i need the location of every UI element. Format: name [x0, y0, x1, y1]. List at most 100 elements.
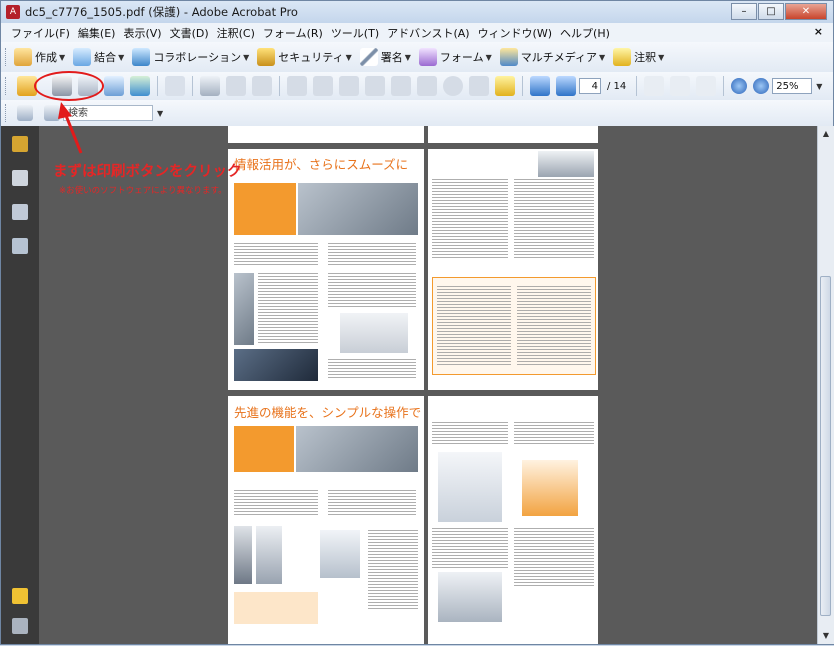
- menu-comments[interactable]: 注釈(C): [213, 25, 259, 41]
- minimize-button[interactable]: –: [731, 3, 757, 20]
- menu-tools[interactable]: ツール(T): [327, 25, 383, 41]
- tasks-toolbar: 作成 ▼ 結合 ▼ コラボレーション ▼ セキュリティ ▼ 署名 ▼ フォーム ▼ マルチメ…: [1, 42, 833, 73]
- save-copy-icon[interactable]: [17, 105, 33, 121]
- bookmarks-panel-icon[interactable]: [12, 204, 28, 220]
- stamp-icon[interactable]: [226, 76, 246, 96]
- callout-icon[interactable]: [252, 76, 272, 96]
- body-text: [328, 243, 416, 265]
- line-tool-icon[interactable]: [391, 76, 411, 96]
- pen-icon: [359, 48, 378, 66]
- next-page-icon[interactable]: [556, 76, 576, 96]
- oval-tool-icon[interactable]: [443, 76, 463, 96]
- search-input[interactable]: 検索: [63, 105, 153, 121]
- body-text: [234, 490, 318, 516]
- menu-bar: ファイル(F) 編集(E) 表示(V) 文書(D) 注釈(C) フォーム(R) …: [1, 23, 833, 42]
- close-button[interactable]: ✕: [785, 3, 827, 20]
- insert-page-icon[interactable]: [200, 76, 220, 96]
- create-pdf-icon: [14, 48, 32, 66]
- toolbar-grip[interactable]: [5, 48, 9, 66]
- find-toolbar: 検索 ▼: [1, 100, 833, 127]
- select-tool-icon[interactable]: [644, 76, 665, 96]
- previous-page-icon[interactable]: [530, 76, 550, 96]
- combine-button[interactable]: 結合 ▼: [73, 48, 124, 66]
- page-number-input[interactable]: 4: [579, 78, 601, 94]
- signatures-panel-icon[interactable]: [12, 238, 28, 254]
- toolbar-grip[interactable]: [5, 104, 9, 122]
- acrobat-window: A dc5_c7776_1505.pdf (保護) - Adobe Acroba…: [0, 0, 834, 645]
- lock-icon: [257, 48, 276, 66]
- collaborate-label: コラボレーション: [153, 51, 242, 64]
- find-icon[interactable]: [44, 105, 60, 121]
- menu-view[interactable]: 表示(V): [119, 25, 165, 41]
- body-text: [432, 179, 508, 259]
- print-button-highlight-circle: [34, 71, 104, 101]
- diagram-photo: [340, 313, 408, 353]
- menu-document[interactable]: 文書(D): [166, 25, 213, 41]
- page-total: / 14: [607, 80, 627, 92]
- menu-forms[interactable]: フォーム(R): [259, 25, 327, 41]
- security-button[interactable]: セキュリティ ▼: [257, 48, 352, 66]
- document-close-icon[interactable]: ×: [814, 25, 823, 38]
- orange-callout: [234, 183, 296, 235]
- pages-panel-icon[interactable]: [12, 170, 28, 186]
- create-label: 作成: [35, 51, 57, 64]
- forms-button[interactable]: フォーム ▼: [418, 48, 492, 66]
- maximize-button[interactable]: □: [758, 3, 784, 20]
- collaborate-button[interactable]: コラボレーション ▼: [132, 48, 249, 66]
- arrow-tool-icon[interactable]: [365, 76, 385, 96]
- body-text: [328, 359, 416, 379]
- multimedia-button[interactable]: マルチメディア ▼: [499, 48, 605, 66]
- marquee-zoom-icon[interactable]: [696, 76, 717, 96]
- zoom-in-icon[interactable]: [753, 78, 770, 94]
- body-text: [514, 422, 594, 446]
- rectangle-tool-icon[interactable]: [417, 76, 437, 96]
- hand-tool-icon[interactable]: [670, 76, 691, 96]
- pencil-tool-icon[interactable]: [469, 76, 489, 96]
- zoom-dropdown-icon[interactable]: ▼: [816, 82, 822, 91]
- sign-label: 署名: [380, 51, 403, 64]
- web-icon[interactable]: [130, 76, 150, 96]
- create-button[interactable]: 作成 ▼: [14, 48, 65, 66]
- menu-advanced[interactable]: アドバンスト(A): [383, 25, 473, 41]
- menu-help[interactable]: ヘルプ(H): [556, 25, 614, 41]
- cloud-icon[interactable]: [339, 76, 359, 96]
- card-reader-photo: [438, 572, 502, 622]
- menu-edit[interactable]: 編集(E): [74, 25, 120, 41]
- text-box-icon[interactable]: [287, 76, 307, 96]
- sign-button[interactable]: 署名 ▼: [359, 48, 411, 66]
- device-photo: [234, 526, 252, 584]
- comments-panel-icon[interactable]: [12, 588, 28, 604]
- menu-file[interactable]: ファイル(F): [7, 25, 74, 41]
- text-edit-icon[interactable]: [313, 76, 333, 96]
- vertical-scrollbar[interactable]: ▲ ▼: [817, 126, 834, 644]
- scroll-down-arrow-icon[interactable]: ▼: [818, 628, 834, 644]
- comment-button[interactable]: 注釈 ▼: [613, 48, 664, 66]
- toolbar-grip[interactable]: [5, 77, 9, 95]
- menu-window[interactable]: ウィンドウ(W): [474, 25, 556, 41]
- orange-note: [234, 592, 318, 624]
- zoom-level-input[interactable]: 25%: [772, 78, 813, 94]
- combine-label: 結合: [94, 51, 117, 64]
- sticky-note-icon[interactable]: [495, 76, 515, 96]
- orange-panel: [432, 277, 596, 375]
- page-top-right: [428, 126, 598, 143]
- multimedia-icon: [499, 48, 518, 66]
- security-panel-lock-icon[interactable]: [12, 136, 28, 152]
- body-text: [234, 243, 318, 265]
- control-panel-photo: [234, 349, 318, 381]
- search-dropdown-icon[interactable]: ▼: [157, 109, 163, 118]
- body-text: [514, 179, 594, 259]
- combine-icon: [73, 48, 92, 66]
- body-text: [328, 273, 416, 309]
- page-heading: 先進の機能を、シンプルな操作で: [234, 405, 422, 420]
- scroll-up-arrow-icon[interactable]: ▲: [818, 126, 834, 142]
- zoom-out-icon[interactable]: [731, 78, 748, 94]
- email-icon[interactable]: [104, 76, 124, 96]
- scrollbar-thumb[interactable]: [820, 276, 831, 616]
- attachments-paperclip-icon[interactable]: [12, 618, 28, 634]
- document-view[interactable]: 情報活用が、さらにスムーズに 先進の機能を、シンプルな操作で: [39, 126, 817, 644]
- device-photo: [234, 273, 254, 345]
- body-text: [432, 528, 508, 568]
- comment-bubble-icon[interactable]: [165, 76, 185, 96]
- person-photo: [256, 526, 282, 584]
